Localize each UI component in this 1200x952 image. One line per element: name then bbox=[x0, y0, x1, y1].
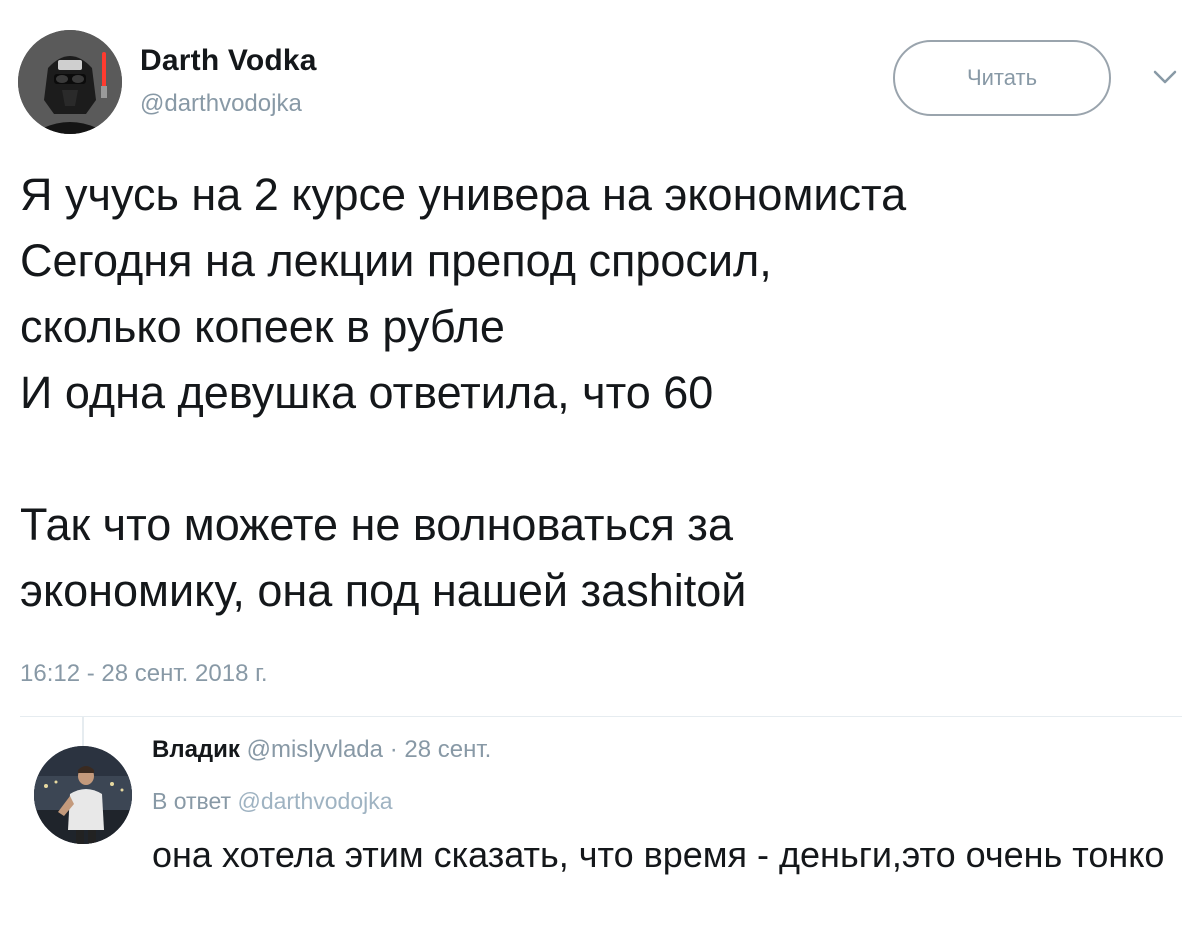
reply-author-name[interactable]: Владик bbox=[152, 736, 240, 763]
reply-to-handle[interactable]: @darthvodojka bbox=[237, 788, 392, 814]
reply-date[interactable]: 28 сент. bbox=[404, 736, 491, 763]
reply-author-handle[interactable]: @mislyvlada bbox=[247, 736, 383, 763]
person-avatar-icon bbox=[34, 746, 132, 844]
reply-to-line: В ответ @darthvodojka bbox=[152, 788, 393, 815]
reply-header: Владик @mislyvlada · 28 сент. bbox=[152, 736, 491, 764]
tweet-timestamp[interactable]: 16:12 - 28 сент. 2018 г. bbox=[20, 660, 268, 688]
reply-to-label: В ответ bbox=[152, 788, 232, 814]
author-name[interactable]: Darth Vodka bbox=[140, 44, 317, 78]
tweet-text: Я учусь на 2 курсе универа на экономиста… bbox=[20, 169, 907, 616]
darth-vader-avatar-icon bbox=[18, 30, 122, 134]
reply-separator: · bbox=[389, 736, 398, 763]
reply-avatar[interactable] bbox=[34, 746, 132, 844]
chevron-down-icon[interactable] bbox=[1152, 68, 1178, 86]
thread-line bbox=[82, 716, 84, 746]
author-handle[interactable]: @darthvodojka bbox=[140, 90, 302, 118]
author-avatar[interactable] bbox=[18, 30, 122, 134]
reply-text: она хотела этим сказать, что время - ден… bbox=[152, 834, 1165, 875]
follow-button[interactable]: Читать bbox=[893, 40, 1111, 116]
divider bbox=[20, 716, 1182, 717]
